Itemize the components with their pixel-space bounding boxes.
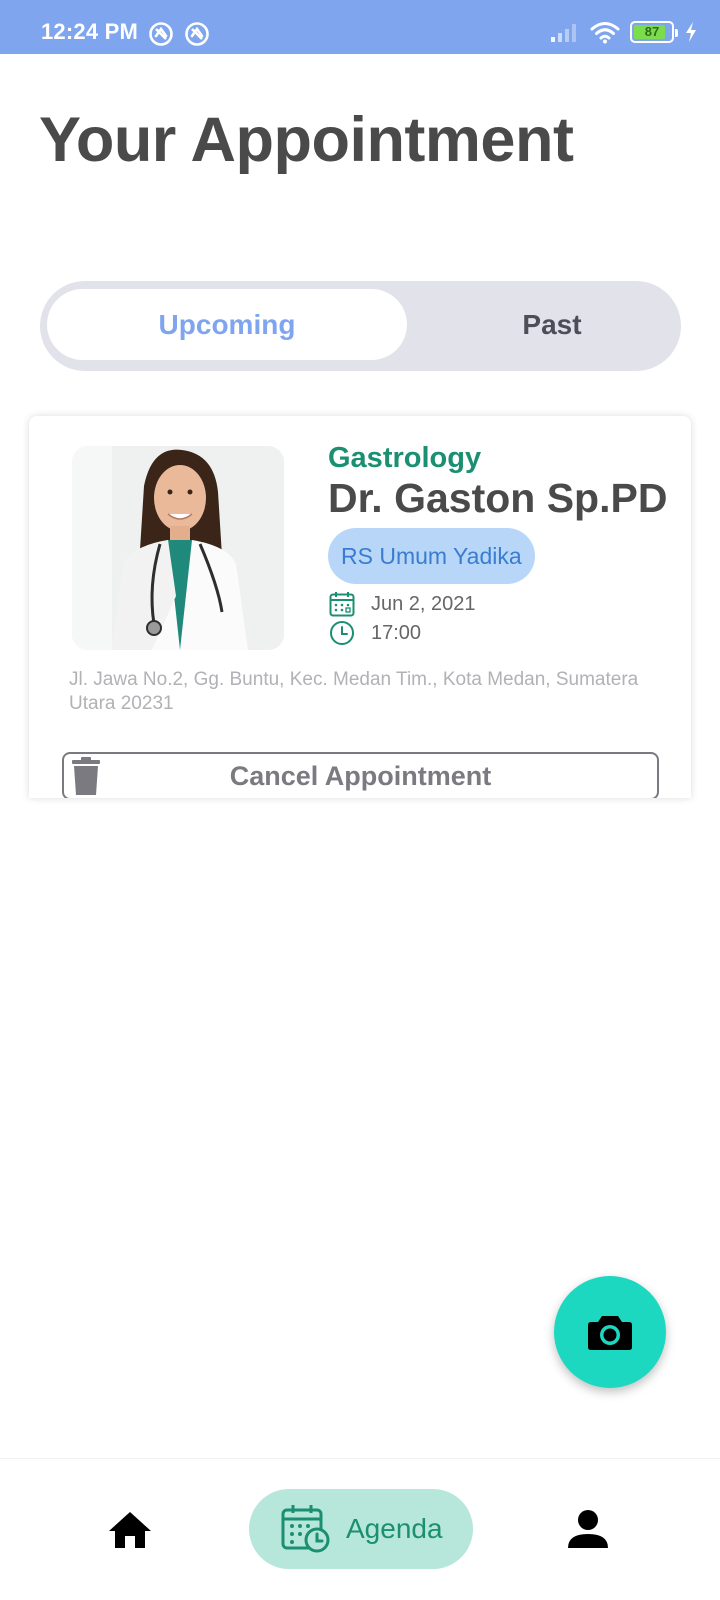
appointment-card[interactable]: Gastrology Dr. Gaston Sp.PD RS Umum Yadi…	[29, 416, 691, 798]
nav-item-agenda[interactable]: Agenda	[249, 1489, 473, 1569]
signal-icon	[551, 24, 576, 42]
appointment-time: 17:00	[371, 621, 422, 644]
calendar-icon	[329, 592, 355, 617]
appointment-date: Jun 2, 2021	[371, 592, 476, 615]
cancel-appointment-label: Cancel Appointment	[229, 760, 492, 791]
screen: 12:24 PM 87 Your Appointment Upcoming Pa…	[0, 0, 720, 1600]
calendar-clock-icon	[281, 1505, 330, 1553]
battery-percent: 87	[644, 24, 660, 39]
page-title: Your Appointment	[39, 105, 574, 175]
app-notification-icon	[149, 22, 173, 46]
wifi-icon	[590, 22, 620, 44]
bottom-navigation: Agenda	[0, 1458, 720, 1600]
cancel-appointment-button[interactable]: Cancel Appointment	[62, 752, 659, 798]
nav-agenda-label: Agenda	[346, 1513, 443, 1544]
trash-icon	[72, 757, 100, 795]
camera-button[interactable]	[554, 1276, 666, 1388]
status-indicators: 87	[550, 20, 698, 44]
tab-past[interactable]: Past	[401, 289, 681, 360]
appointment-tabs: Upcoming Past	[40, 281, 681, 371]
doctor-specialty: Gastrology	[328, 442, 482, 474]
appointment-time-row: 17:00	[328, 619, 421, 647]
appointment-date-row: Jun 2, 2021	[328, 590, 476, 618]
camera-icon	[588, 1316, 632, 1350]
person-icon[interactable]	[564, 1506, 612, 1554]
clock-icon	[330, 621, 354, 645]
doctor-photo	[72, 446, 284, 650]
tab-upcoming[interactable]: Upcoming	[47, 289, 407, 360]
hospital-badge: RS Umum Yadika	[328, 528, 535, 584]
charging-icon	[686, 22, 696, 42]
hospital-address: Jl. Jawa No.2, Gg. Buntu, Kec. Medan Tim…	[69, 669, 639, 714]
home-icon[interactable]	[106, 1506, 154, 1554]
doctor-name: Dr. Gaston Sp.PD	[328, 475, 668, 521]
battery-icon: 87	[630, 21, 678, 43]
app-notification-icon	[185, 22, 209, 46]
status-time: 12:24 PM	[41, 19, 138, 44]
status-bar: 12:24 PM 87	[0, 0, 720, 54]
